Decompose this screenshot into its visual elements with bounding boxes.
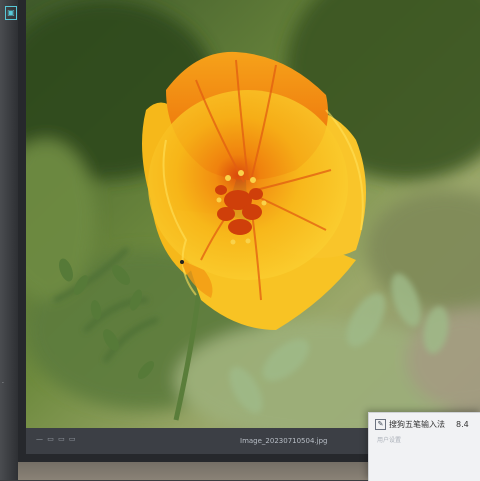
image-filename: Image_20230710504.jpg — [240, 437, 328, 445]
left-edge-label: . — [2, 378, 4, 385]
ime-title: 搜狗五笔输入法 — [389, 420, 445, 429]
photo-viewer-canvas[interactable] — [26, 0, 480, 428]
mouse-pointer-icon — [180, 260, 184, 264]
left-window-edge: ▣ . — [0, 0, 18, 480]
status-bar-controls[interactable]: — ▭ ▭ ▭ — [36, 435, 77, 443]
ime-version: 8.4 — [456, 420, 469, 429]
image-icon[interactable]: ▣ — [5, 6, 17, 20]
poppy-photo — [26, 0, 480, 428]
edit-icon: ✎ — [375, 419, 386, 430]
ime-popup[interactable]: ✎ 搜狗五笔输入法 8.4 用户设置 — [368, 412, 480, 481]
ime-subtitle: 用户设置 — [377, 437, 402, 444]
